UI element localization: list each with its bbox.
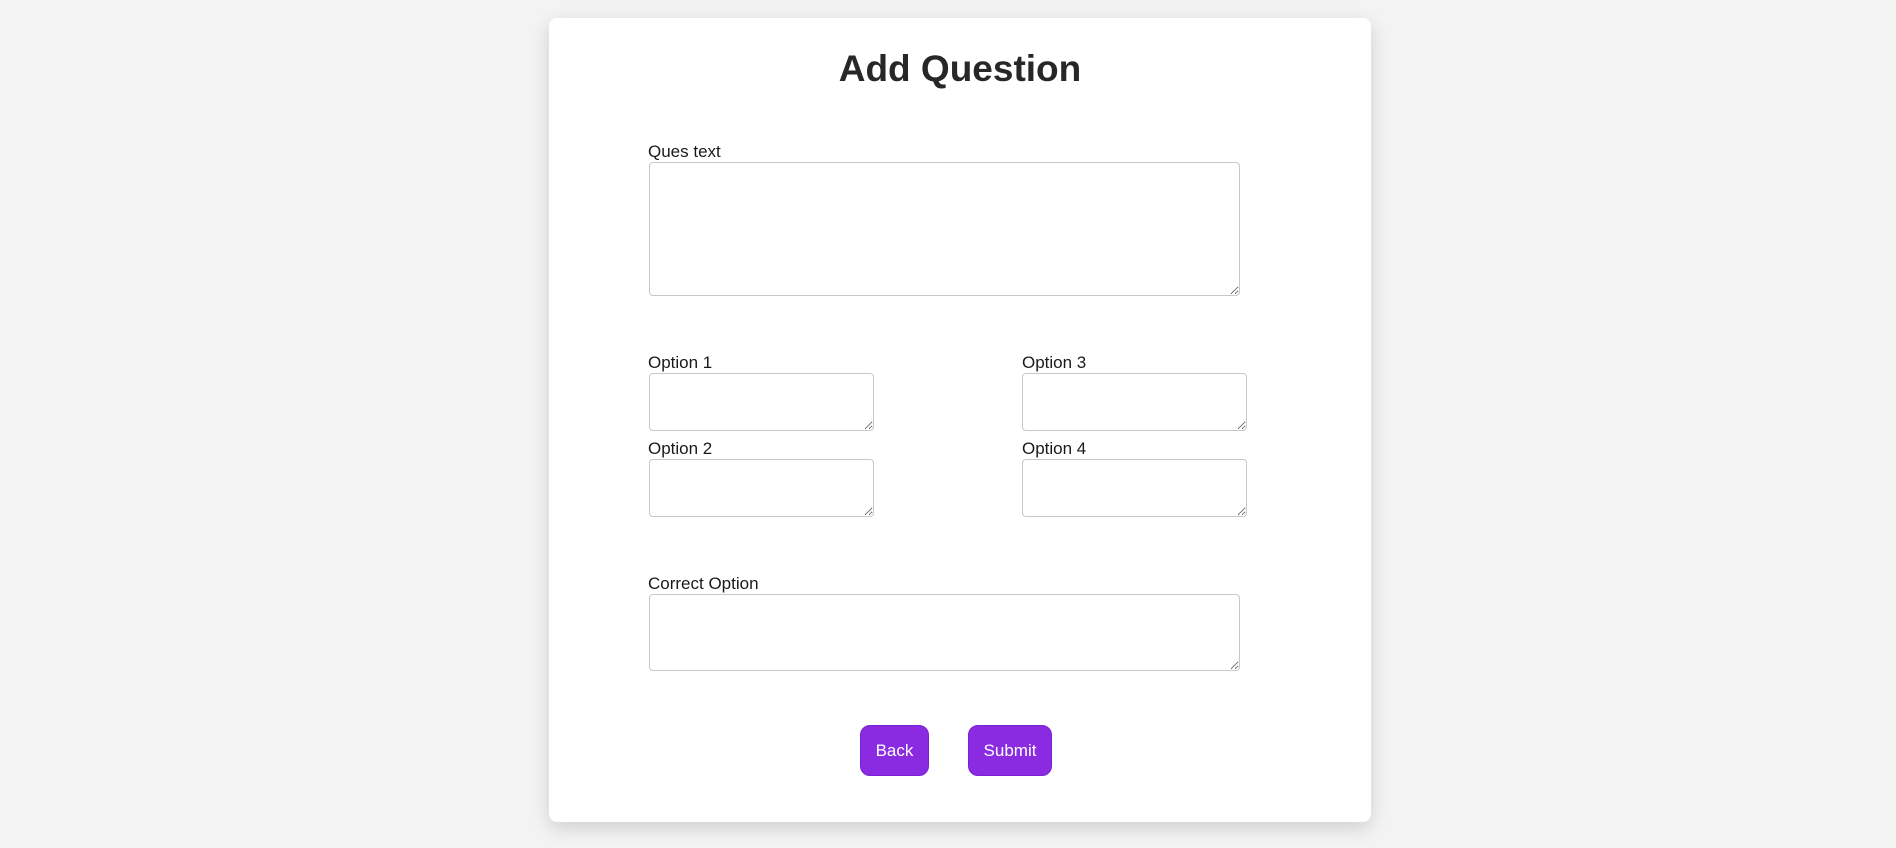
option-3-label: Option 3 xyxy=(1022,353,1087,372)
question-text-field[interactable] xyxy=(649,162,1240,296)
option-2-field[interactable] xyxy=(649,459,874,517)
option-4-label: Option 4 xyxy=(1022,439,1087,458)
correct-option-label: Correct Option xyxy=(648,574,759,593)
option-1-label: Option 1 xyxy=(648,353,713,372)
option-4-field[interactable] xyxy=(1022,459,1247,517)
submit-button[interactable]: Submit xyxy=(968,725,1052,776)
back-button[interactable]: Back xyxy=(860,725,929,776)
option-2-label: Option 2 xyxy=(648,439,713,458)
option-3-field[interactable] xyxy=(1022,373,1247,431)
correct-option-field[interactable] xyxy=(649,594,1240,671)
add-question-card: Add Question Ques text Option 1 Option 2… xyxy=(549,18,1371,822)
question-text-label: Ques text xyxy=(648,142,721,161)
page-title: Add Question xyxy=(838,48,1082,89)
option-1-field[interactable] xyxy=(649,373,874,431)
